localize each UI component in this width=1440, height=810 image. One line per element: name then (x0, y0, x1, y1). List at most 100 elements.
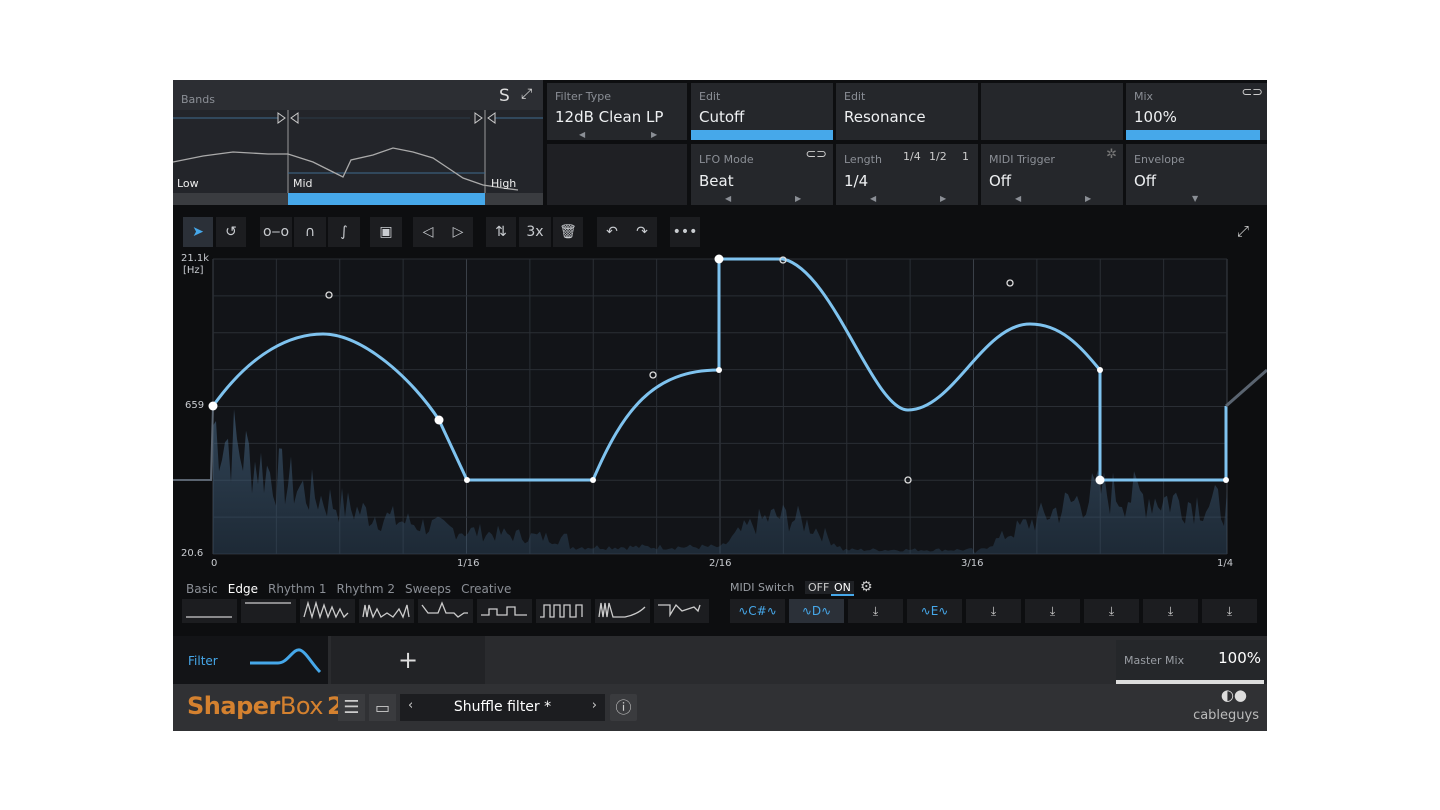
prev-arrow-icon[interactable]: ◀ (725, 194, 731, 203)
gear-icon[interactable]: ✲ (1106, 147, 1117, 162)
shift-left-button[interactable]: ◁ (413, 217, 443, 247)
midi-switch-slot[interactable]: ∿ D ∿ (789, 599, 844, 623)
midi-switch-slot[interactable]: ⤓ (1084, 599, 1139, 623)
band-high[interactable]: High (491, 177, 516, 190)
midi-switch-slot[interactable]: ∿ E ∿ (907, 599, 962, 623)
help-icon[interactable]: ⓘ (610, 694, 637, 721)
add-layer-button[interactable]: + (331, 636, 485, 684)
prev-arrow-icon[interactable]: ◀ (579, 130, 585, 139)
download-icon: ⤓ (1049, 603, 1056, 618)
next-arrow-icon[interactable]: ▶ (940, 194, 946, 203)
shape-preset[interactable] (359, 599, 414, 623)
dropdown-arrow-icon[interactable]: ▼ (1192, 194, 1198, 203)
midi-switch-off[interactable]: OFF (805, 581, 833, 594)
preset-shape-icon (303, 600, 349, 620)
shape-preset[interactable] (654, 599, 709, 623)
fullscreen-icon[interactable]: ⤢ (1237, 222, 1249, 240)
bands-panel[interactable]: Bands S ⤢ Low Mid High (173, 80, 543, 205)
curve-tool-button[interactable]: ∩ (294, 217, 326, 247)
preset-browser[interactable]: ‹ Shuffle filter * › (400, 694, 605, 721)
master-mix-value: 100% (1218, 649, 1261, 667)
band-low[interactable]: Low (177, 177, 199, 190)
mix-slider[interactable]: Mix ⊂⊃ 100% (1126, 83, 1267, 140)
slot-note: C# (748, 604, 767, 618)
x-label: 0 (211, 558, 218, 569)
length-option[interactable]: 1/4 (903, 150, 921, 163)
more-icon[interactable]: ••• (670, 217, 700, 247)
prev-arrow-icon[interactable]: ◀ (1015, 194, 1021, 203)
midi-switch-slot[interactable]: ∿ C# ∿ (730, 599, 785, 623)
midi-switch-slot[interactable]: ⤓ (1025, 599, 1080, 623)
shape-preset[interactable] (182, 599, 237, 623)
expand-icon[interactable]: ⤢ (521, 86, 532, 102)
delete-icon[interactable]: 🗑 (553, 217, 583, 247)
shape-preset[interactable] (418, 599, 473, 623)
shape-preset[interactable] (241, 599, 296, 623)
midi-trigger-selector[interactable]: MIDI Trigger ✲ Off ◀ ▶ (981, 144, 1123, 205)
solo-button[interactable]: S (499, 86, 510, 106)
midi-switch-slot[interactable]: ⤓ (1143, 599, 1198, 623)
folder-icon[interactable]: ▭ (369, 694, 396, 721)
shift-right-button[interactable]: ▷ (443, 217, 473, 247)
midi-switch-slot[interactable]: ⤓ (848, 599, 903, 623)
prev-arrow-icon[interactable]: ◀ (870, 194, 876, 203)
midi-trigger-value: Off (989, 172, 1012, 190)
link-icon[interactable]: ⊂⊃ (805, 147, 827, 162)
download-icon: ⤓ (990, 603, 997, 618)
next-arrow-icon[interactable]: ▶ (651, 130, 657, 139)
lfo-mode-selector[interactable]: LFO Mode ⊂⊃ Beat ◀ ▶ (691, 144, 833, 205)
filter-type-value: 12dB Clean LP (555, 108, 664, 126)
midi-switch-slot[interactable]: ⤓ (966, 599, 1021, 623)
menu-icon[interactable]: ☰ (338, 694, 365, 721)
band-mid[interactable]: Mid (293, 177, 313, 190)
filter-type-selector[interactable]: Filter Type 12dB Clean LP ◀ ▶ (547, 83, 687, 140)
link-icon[interactable]: ⊂⊃ (1241, 85, 1263, 100)
library-tab[interactable]: Basic (186, 582, 218, 596)
cableguys-logo: cableguys (1193, 708, 1259, 723)
edit-label: Edit (844, 90, 866, 103)
library-tab[interactable]: Rhythm 2 (336, 582, 395, 596)
shape-preset[interactable] (300, 599, 355, 623)
preset-shape-icon (658, 603, 701, 618)
mix-level-bar (1126, 130, 1260, 140)
filter-type-label: Filter Type (555, 90, 612, 103)
footer: ShaperBox 2 ☰ ▭ ‹ Shuffle filter * › ⓘ ◐●… (173, 684, 1267, 731)
library-tab[interactable]: Creative (461, 582, 511, 596)
shape-preset[interactable] (536, 599, 591, 623)
edit-label: Edit (699, 90, 721, 103)
filter-layer-tab[interactable]: Filter (173, 636, 328, 684)
length-option[interactable]: 1 (962, 150, 969, 163)
edit-value: Cutoff (699, 108, 745, 126)
next-preset-button[interactable]: › (592, 698, 597, 713)
edit-cutoff[interactable]: Edit Cutoff (691, 83, 833, 140)
edit-resonance[interactable]: Edit Resonance (836, 83, 978, 140)
redo-icon[interactable]: ↷ (627, 217, 657, 247)
shape-preset[interactable] (595, 599, 650, 623)
envelope-selector[interactable]: Envelope Off ▼ (1126, 144, 1267, 205)
library-tab[interactable]: Sweeps (405, 582, 451, 596)
magnet-tool-button[interactable]: ↺ (216, 217, 246, 247)
library-tab[interactable]: Edge (228, 582, 258, 596)
shape-preset[interactable] (477, 599, 532, 623)
next-arrow-icon[interactable]: ▶ (1085, 194, 1091, 203)
length-selector[interactable]: Length 1/4 1/2 1 1/4 ◀ ▶ (836, 144, 978, 205)
next-arrow-icon[interactable]: ▶ (795, 194, 801, 203)
select-all-button[interactable]: ▣ (370, 217, 402, 247)
midi-switch-slot[interactable]: ⤓ (1202, 599, 1257, 623)
scurve-tool-button[interactable]: ∫ (328, 217, 360, 247)
gear-icon[interactable]: ⚙ (860, 579, 873, 595)
download-icon: ⤓ (1226, 603, 1233, 618)
envelope-value: Off (1134, 172, 1157, 190)
midi-switch-on[interactable]: ON (831, 581, 854, 596)
y-unit: [Hz] (183, 265, 204, 276)
lfo-graph[interactable] (173, 250, 1267, 580)
select-tool-button[interactable]: ➤ (183, 217, 213, 247)
multiply-button[interactable]: 3x (519, 217, 551, 247)
master-mix-slider[interactable]: Master Mix 100% (1116, 640, 1267, 684)
length-option[interactable]: 1/2 (929, 150, 947, 163)
undo-icon[interactable]: ↶ (597, 217, 627, 247)
filter-layer-label: Filter (188, 654, 218, 668)
line-tool-button[interactable]: o‒o (260, 217, 292, 247)
flip-button[interactable]: ⇅ (486, 217, 516, 247)
library-tab[interactable]: Rhythm 1 (268, 582, 327, 596)
